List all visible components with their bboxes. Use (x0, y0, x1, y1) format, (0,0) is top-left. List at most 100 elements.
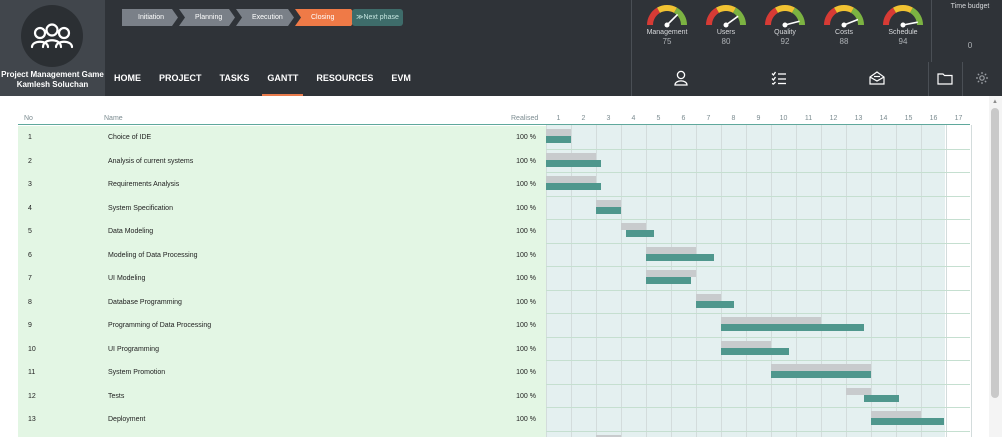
gauge-users: Users 80 (700, 2, 752, 54)
nav-resources[interactable]: RESOURCES (307, 62, 382, 96)
mail-icon[interactable] (867, 68, 887, 88)
table-row[interactable]: 1 Choice of IDE 100 % (18, 126, 970, 150)
task-name: Database Programming (108, 298, 182, 306)
task-no: 10 (28, 345, 36, 353)
phase-initiation[interactable]: Initiation (122, 9, 178, 26)
planned-bar (771, 364, 871, 371)
task-name: UI Programming (108, 345, 159, 353)
task-realised: 100 % (516, 204, 536, 212)
task-name: System Specification (108, 204, 173, 212)
realised-bar[interactable] (771, 371, 871, 378)
task-no: 3 (28, 181, 32, 188)
task-realised: 100 % (516, 322, 536, 329)
row-info-cell (18, 408, 546, 432)
gantt-vline (971, 125, 972, 437)
week-header: 7 (706, 115, 711, 122)
phase-closing[interactable]: Closing (295, 9, 357, 26)
week-header: 4 (631, 115, 636, 122)
task-name: Modeling of Data Processing (108, 251, 198, 259)
table-row[interactable]: 3 Requirements Analysis 100 % (18, 173, 970, 197)
row-info-cell (18, 314, 546, 338)
task-realised: 100 % (516, 251, 536, 259)
realised-bar[interactable] (596, 206, 621, 214)
row-info-cell (18, 337, 546, 361)
nav-evm[interactable]: EVM (382, 62, 420, 96)
realised-bar[interactable] (721, 347, 789, 355)
gauge-value: 80 (721, 37, 731, 46)
gauge-quality: Quality 92 (759, 2, 811, 54)
gauges-divider-right (931, 0, 932, 62)
nav-tasks[interactable]: TASKS (211, 62, 259, 96)
table-row[interactable]: 12 Tests 100 % (18, 384, 970, 408)
person-icon[interactable] (671, 68, 691, 88)
task-realised: 100 % (516, 392, 536, 400)
planned-bar (721, 317, 821, 324)
realised-bar[interactable] (626, 230, 654, 237)
week-header: 6 (681, 115, 686, 122)
app-root: Project Management Game Kamlesh Soluchan… (0, 0, 1002, 437)
time-budget-label: Time budget (950, 3, 990, 10)
table-row[interactable]: 6 Modeling of Data Processing 100 % (18, 243, 970, 267)
table-row[interactable]: 2 Analysis of current systems 100 % (18, 149, 970, 173)
week-header: 1 (556, 115, 561, 122)
task-no: 9 (28, 322, 32, 329)
table-row[interactable]: 7 UI Modeling 100 % (18, 267, 970, 291)
task-realised: 100 % (516, 181, 536, 188)
table-row[interactable]: 8 Database Programming 100 % (18, 290, 970, 314)
phase-planning[interactable]: Planning (179, 9, 235, 26)
phase-label: Closing (311, 14, 335, 21)
scroll-up-icon[interactable]: ▲ (991, 99, 999, 106)
scrollbar-thumb[interactable] (991, 108, 999, 398)
week-header: 9 (756, 115, 761, 122)
row-info-cell (18, 173, 546, 197)
planned-bar (621, 223, 646, 230)
task-name: Choice of IDE (108, 134, 152, 141)
folder-icon[interactable] (935, 68, 955, 88)
gauge-schedule: Schedule 94 (877, 2, 929, 54)
realised-bar[interactable] (546, 183, 601, 190)
task-realised: 100 % (516, 157, 536, 165)
table-header: No Name Realised 1 2 3 4 5 6 7 8 9 10 11 12 13 14 15 16… (18, 114, 970, 125)
header-name: Name (104, 115, 123, 122)
planned-bar (846, 387, 871, 395)
task-realised: 100 % (516, 345, 536, 353)
realised-bar[interactable] (646, 253, 714, 261)
task-realised (488, 432, 536, 437)
gauge-dial-icon (706, 5, 746, 28)
planned-bar (646, 270, 696, 277)
task-name: Requirements Analysis (108, 181, 180, 188)
gauge-value: 75 (662, 37, 672, 46)
gauge-label: Quality (774, 29, 796, 36)
realised-bar[interactable] (721, 324, 864, 331)
task-name: Analysis of current systems (108, 157, 194, 165)
nav-project[interactable]: PROJECT (150, 62, 211, 96)
table-row[interactable]: 4 System Specification 100 % (18, 196, 970, 220)
realised-bar[interactable] (863, 394, 899, 402)
realised-bar[interactable] (696, 300, 734, 308)
nav-gantt[interactable]: GANTT (258, 62, 307, 96)
table-row[interactable]: 13 Deployment 100 % (18, 408, 970, 432)
gauge-label: Schedule (888, 29, 918, 36)
task-no: 4 (28, 204, 32, 212)
realised-bar[interactable] (871, 418, 944, 425)
time-budget-value: 0 (967, 41, 973, 50)
settings-icon[interactable] (972, 68, 992, 88)
realised-bar[interactable] (546, 136, 571, 143)
gauge-value: 88 (839, 37, 849, 46)
checklist-icon[interactable] (769, 68, 789, 88)
logo-panel: Project Management Game Kamlesh Soluchan (0, 0, 105, 96)
realised-bar[interactable] (646, 277, 691, 284)
nav-home[interactable]: HOME (105, 62, 150, 96)
task-name: Tests (108, 392, 125, 400)
planned-bar (721, 340, 771, 348)
realised-bar[interactable] (546, 159, 601, 167)
table-row[interactable]: 5 Data Modeling 100 % (18, 220, 970, 244)
gauge-management: Management 75 (641, 2, 693, 54)
nav-divider-3 (962, 62, 963, 96)
phase-execution[interactable]: Execution (236, 9, 294, 26)
table-row[interactable] (18, 431, 970, 437)
row-info-cell (18, 267, 546, 291)
task-no: 8 (28, 298, 32, 306)
table-row[interactable]: 10 UI Programming 100 % (18, 337, 970, 361)
next-phase-button[interactable]: ≫Next phase (352, 9, 403, 26)
